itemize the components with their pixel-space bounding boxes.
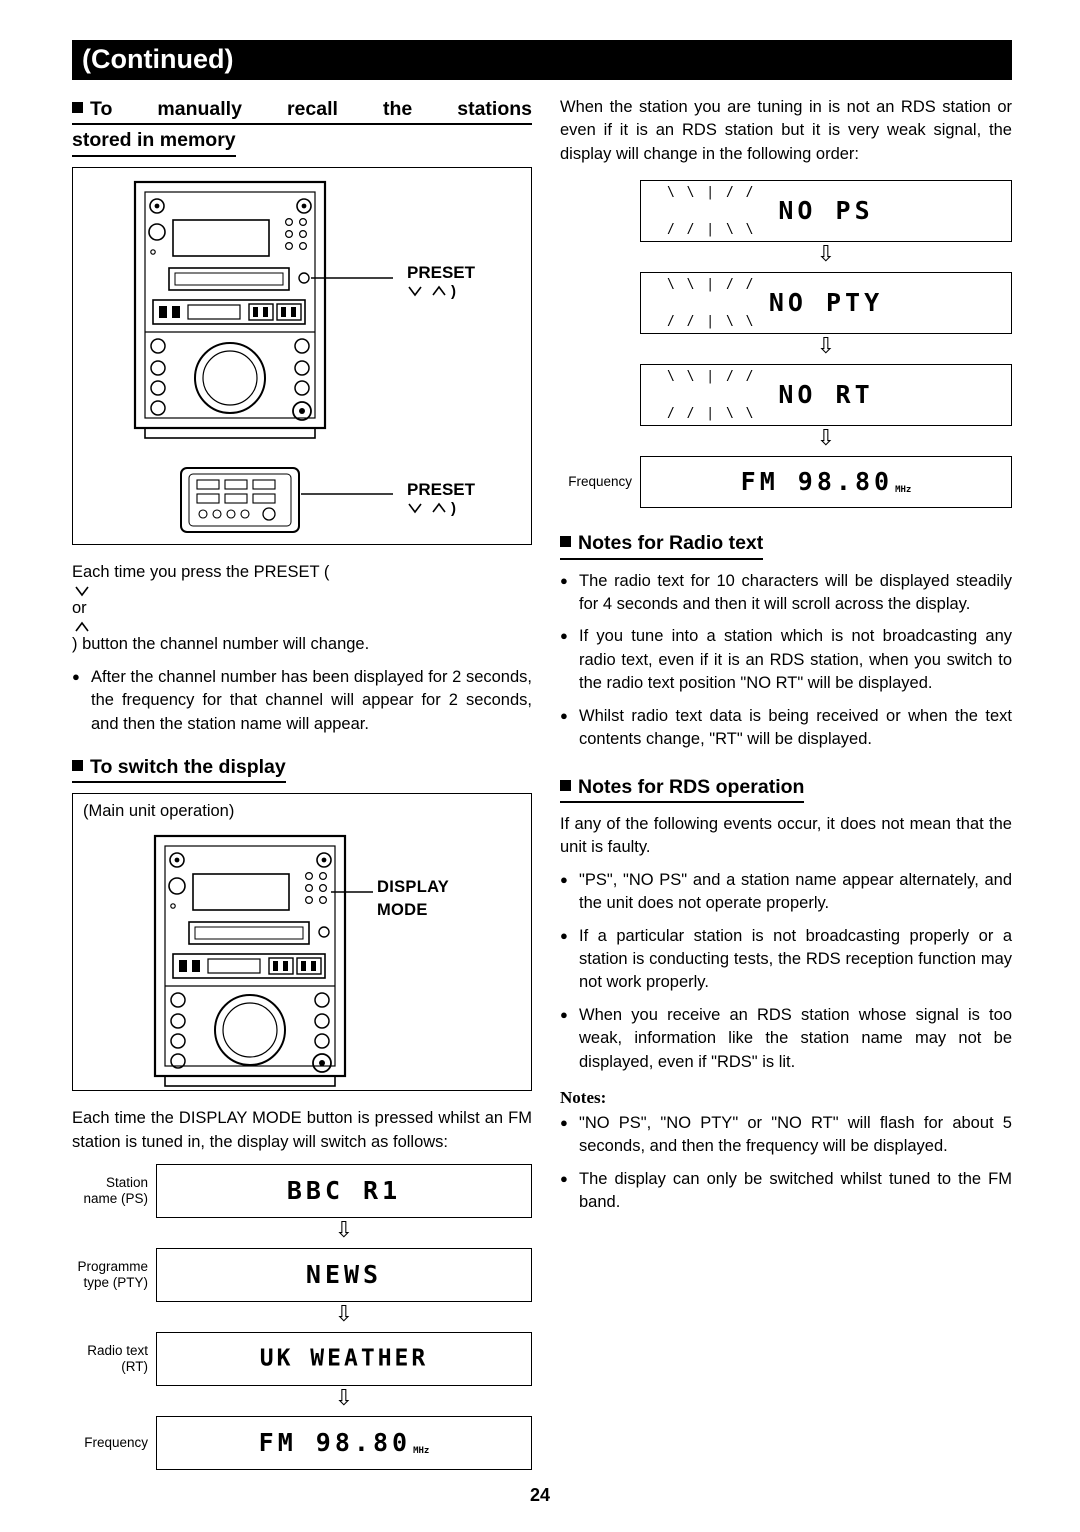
flow-step-2-label: Programme type (PTY) <box>77 1259 148 1291</box>
flow-arrow-1: ⇩ <box>334 1218 354 1244</box>
rds-bullet-3: ● When you receive an RDS station whose … <box>560 1004 1012 1074</box>
recall-bullet-1: ● After the channel number has been disp… <box>72 666 532 736</box>
rds-bullet-1: ● "PS", "NO PS" and a station name appea… <box>560 869 1012 916</box>
right-column: When the station you are tuning in is no… <box>560 96 1012 1224</box>
up-arrow-icon <box>75 622 89 632</box>
section-heading-notes-rds: Notes for RDS operation <box>560 774 1012 803</box>
lcd-panel-frequency-r: FM 98.80 MHz <box>640 456 1012 509</box>
main-unit-illustration-2 <box>153 835 373 1088</box>
tick-marks-bottom-2: / / | \ \ <box>667 314 756 330</box>
bullet-dot-icon: ● <box>72 668 80 684</box>
preset-down-up-icons-2: ) <box>408 500 456 516</box>
lcd-panel-no-pty: \ \ | / / NO PTY / / | \ \ <box>640 272 1012 335</box>
callout-display-mode: DISPLAY MODE <box>377 878 450 920</box>
tick-marks-bottom-1: / / | \ \ <box>667 222 756 238</box>
lcd-panel-station-name: BBC R1 <box>156 1164 532 1219</box>
heading-line-1: To manually recall the stations <box>90 98 532 120</box>
callout-preset-bottom: PRESET) <box>407 479 476 516</box>
flow-step-4: Frequency FM 98.80 MHz <box>72 1416 532 1471</box>
notes-bullet-1: ● "NO PS", "NO PTY" or "NO RT" will flas… <box>560 1112 1012 1159</box>
bullet-dot-icon: ● <box>560 927 568 943</box>
lcd-panel-programme-type: NEWS <box>156 1248 532 1303</box>
rds-notes-body: If any of the following events occur, it… <box>560 814 1012 857</box>
flow-step-no-rt: \ \ | / / NO RT / / | \ \ ⇩ <box>640 364 1012 456</box>
lcd-panel-radio-text: UK WEATHER <box>156 1332 532 1387</box>
tick-marks-top-1: \ \ | / / <box>667 185 756 201</box>
document-page: (Continued) To manually recall the stati… <box>0 0 1080 1532</box>
tick-marks-bottom-3: / / | \ \ <box>667 406 756 422</box>
flow-step-3: Radio text (RT) UK WEATHER <box>72 1332 532 1387</box>
recall-body-text: Each time you press the PRESET ( or ) bu… <box>72 562 370 654</box>
flow-step-2: Programme type (PTY) NEWS <box>72 1248 532 1303</box>
bullet-dot-icon: ● <box>560 628 568 644</box>
rds-bullet-2: ● If a particular station is not broadca… <box>560 925 1012 995</box>
no-rds-flow: \ \ | / / NO PS / / | \ \ ⇩ \ \ | / / NO… <box>560 180 1012 509</box>
down-arrow-icon <box>75 586 89 597</box>
flow-arrow-r3: ⇩ <box>816 426 836 452</box>
switch-display-body: Each time the DISPLAY MODE button is pre… <box>72 1109 532 1151</box>
flow-step-4-label: Frequency <box>84 1435 148 1451</box>
notes-bullet-2: ● The display can only be switched whils… <box>560 1168 1012 1215</box>
bullet-square-icon-3 <box>560 536 571 548</box>
bullet-dot-icon: ● <box>560 572 568 588</box>
figure-main-unit-remote: PRESET) PRESET) <box>72 166 532 545</box>
flow-arrow-2: ⇩ <box>334 1302 354 1328</box>
flow-step-1: Station name (PS) BBC R1 <box>72 1164 532 1219</box>
flow-step-3-label: Radio text (RT) <box>87 1343 148 1375</box>
bullet-square-icon-4 <box>560 779 571 791</box>
heading-line-2: stored in memory <box>72 129 236 152</box>
notes-heading: Notes: <box>560 1088 607 1108</box>
svg-text:): ) <box>451 283 456 299</box>
tick-marks-top-3: \ \ | / / <box>667 369 756 385</box>
bullet-dot-icon: ● <box>560 871 568 887</box>
flow-step-no-pty: \ \ | / / NO PTY / / | \ \ ⇩ <box>640 272 1012 364</box>
bullet-dot-icon: ● <box>560 1115 568 1131</box>
page-title: (Continued) <box>82 44 234 74</box>
page-number: 24 <box>529 1485 551 1505</box>
svg-text:): ) <box>451 500 456 516</box>
tick-marks-top-2: \ \ | / / <box>667 277 756 293</box>
lcd-panel-no-rt: \ \ | / / NO RT / / | \ \ <box>640 364 1012 427</box>
section-heading-switch-display: To switch the display <box>72 754 532 784</box>
radiotext-bullet-1: ● The radio text for 10 characters will … <box>560 570 1012 617</box>
callout-preset-top: PRESET) <box>407 262 476 299</box>
flow-step-r4-label: Frequency <box>568 474 632 490</box>
flow-arrow-r2: ⇩ <box>816 334 836 360</box>
bullet-dot-icon: ● <box>560 707 568 723</box>
flow-step-r-frequency: Frequency FM 98.80 MHz <box>560 456 1012 509</box>
bullet-dot-icon: ● <box>560 1006 568 1022</box>
figure-main-unit-display-mode: (Main unit operation) DISPLAY MODE <box>72 793 532 1092</box>
figure-caption-main-unit: (Main unit operation) <box>83 802 235 821</box>
rds-intro-text: When the station you are tuning in is no… <box>560 98 1012 163</box>
flow-arrow-3: ⇩ <box>334 1386 354 1412</box>
radiotext-bullet-2: ● If you tune into a station which is no… <box>560 625 1012 695</box>
flow-step-1-label: Station name (PS) <box>83 1175 148 1207</box>
left-column: To manually recall the stations stored i… <box>72 96 532 1471</box>
section-heading-recall-stations: To manually recall the stations stored i… <box>72 96 532 157</box>
radiotext-bullet-3: ● Whilst radio text data is being receiv… <box>560 705 1012 752</box>
bullet-square-icon <box>72 102 83 113</box>
lcd-panel-frequency: FM 98.80 MHz <box>156 1416 532 1471</box>
preset-down-up-icons: ) <box>408 283 456 299</box>
flow-arrow-r1: ⇩ <box>816 242 836 268</box>
display-switch-flow: Station name (PS) BBC R1 ⇩ Programme typ… <box>72 1164 532 1471</box>
section-heading-notes-radio-text: Notes for Radio text <box>560 530 1012 560</box>
lcd-panel-no-ps: \ \ | / / NO PS / / | \ \ <box>640 180 1012 243</box>
bullet-dot-icon: ● <box>560 1170 568 1186</box>
flow-step-no-ps: \ \ | / / NO PS / / | \ \ ⇩ <box>640 180 1012 272</box>
bullet-square-icon-2 <box>72 760 83 772</box>
